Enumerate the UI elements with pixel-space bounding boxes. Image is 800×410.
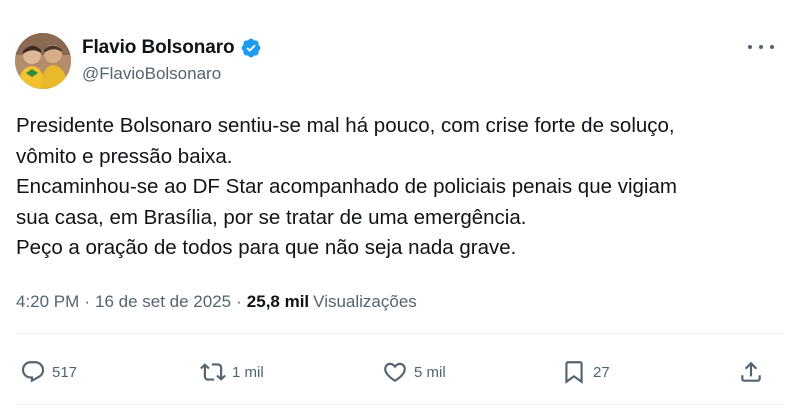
tweet-meta: 4:20 PM · 16 de set de 2025 · 25,8 mil V… [16, 292, 417, 312]
more-dots-icon[interactable] [748, 40, 774, 54]
views-count: 25,8 mil [246, 292, 310, 311]
tweet-actions: 517 1 mil 5 mil 27 [16, 352, 784, 392]
tweet-text: Presidente Bolsonaro sentiu-se mal há po… [16, 111, 786, 264]
repost-button[interactable]: 1 mil [200, 352, 264, 392]
divider [16, 333, 784, 334]
tweet-text-line: Peço a oração de todos para que não seja… [16, 236, 517, 259]
reply-count: 517 [52, 363, 78, 381]
tweet-text-line: sua casa, em Brasília, por se tratar de … [16, 205, 527, 229]
share-button[interactable] [738, 352, 764, 392]
tweet-text-line: vômito e pressão baixa. [16, 144, 233, 168]
meta-separator: · [84, 292, 90, 311]
author-handle[interactable]: @FlavioBolsonaro [82, 64, 221, 84]
bookmark-count: 27 [593, 363, 610, 381]
speech-bubble-icon [21, 361, 45, 383]
share-upload-icon [741, 361, 761, 382]
repost-count: 1 mil [232, 363, 264, 381]
bookmark-button[interactable]: 27 [561, 352, 610, 392]
tweet-date[interactable]: 16 de set de 2025 [95, 292, 231, 312]
heart-icon [384, 362, 406, 382]
avatar-photo [15, 33, 71, 89]
author-name-row: Flavio Bolsonaro [82, 36, 262, 60]
repost-arrows-icon [200, 363, 226, 381]
bookmark-icon [565, 361, 583, 384]
reply-button[interactable]: 517 [20, 352, 77, 392]
divider [16, 404, 784, 405]
views-label: Visualizações [313, 292, 417, 311]
tweet-card: Flavio Bolsonaro @FlavioBolsonaro Presid… [0, 0, 800, 410]
meta-separator: · [236, 292, 242, 311]
tweet-time[interactable]: 4:20 PM [16, 292, 79, 312]
tweet-text-line: Encaminhou-se ao DF Star acompanhado de … [16, 175, 677, 198]
tweet-text-line: Presidente Bolsonaro sentiu-se mal há po… [16, 114, 675, 137]
like-button[interactable]: 5 mil [382, 352, 446, 392]
author-display-name[interactable]: Flavio Bolsonaro [82, 37, 235, 59]
like-count: 5 mil [414, 363, 446, 381]
verified-badge-icon[interactable] [240, 37, 262, 59]
avatar[interactable] [15, 33, 71, 89]
